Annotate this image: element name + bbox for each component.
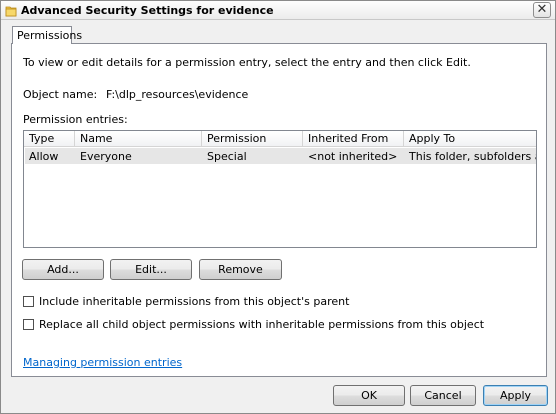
folder-icon	[5, 6, 17, 17]
column-header-type[interactable]: Type	[24, 131, 75, 147]
permissions-panel: To view or edit details for a permission…	[11, 43, 547, 377]
remove-button[interactable]: Remove	[199, 259, 282, 280]
list-header: Type Name Permission Inherited From Appl…	[24, 131, 536, 147]
cell-apply-to: This folder, subfolders a...	[409, 150, 536, 163]
column-header-apply-to[interactable]: Apply To	[404, 131, 536, 147]
cell-type: Allow	[29, 150, 59, 163]
object-name-label: Object name:	[23, 88, 98, 101]
managing-permission-entries-link[interactable]: Managing permission entries	[23, 356, 182, 369]
cell-inherited-from: <not inherited>	[308, 150, 398, 163]
cancel-button[interactable]: Cancel	[410, 385, 476, 406]
close-button[interactable]: ✕	[533, 2, 551, 18]
tab-permissions[interactable]: Permissions	[12, 26, 82, 44]
permission-entries-list[interactable]: Type Name Permission Inherited From Appl…	[23, 130, 537, 248]
title-bar[interactable]: Advanced Security Settings for evidence …	[1, 1, 555, 20]
table-row[interactable]: Allow Everyone Special <not inherited> T…	[25, 148, 536, 164]
include-inheritable-checkbox[interactable]	[23, 296, 34, 307]
close-icon: ✕	[536, 2, 548, 17]
ok-button[interactable]: OK	[333, 385, 405, 406]
include-inheritable-label[interactable]: Include inheritable permissions from thi…	[39, 295, 349, 308]
window-title: Advanced Security Settings for evidence	[21, 4, 274, 17]
instruction-text: To view or edit details for a permission…	[23, 56, 471, 69]
cell-permission: Special	[207, 150, 247, 163]
add-button[interactable]: Add...	[22, 259, 104, 280]
advanced-security-settings-window: Advanced Security Settings for evidence …	[0, 0, 556, 414]
object-name-value: F:\dlp_resources\evidence	[106, 88, 249, 101]
tab-permissions-label: Permissions	[17, 29, 83, 42]
permission-entries-label: Permission entries:	[23, 113, 128, 126]
replace-child-checkbox[interactable]	[23, 319, 34, 330]
column-header-name[interactable]: Name	[75, 131, 202, 147]
apply-button[interactable]: Apply	[483, 385, 548, 406]
column-header-permission[interactable]: Permission	[202, 131, 303, 147]
replace-child-label[interactable]: Replace all child object permissions wit…	[39, 318, 484, 331]
cell-name: Everyone	[80, 150, 132, 163]
edit-button[interactable]: Edit...	[110, 259, 192, 280]
column-header-inherited-from[interactable]: Inherited From	[303, 131, 404, 147]
